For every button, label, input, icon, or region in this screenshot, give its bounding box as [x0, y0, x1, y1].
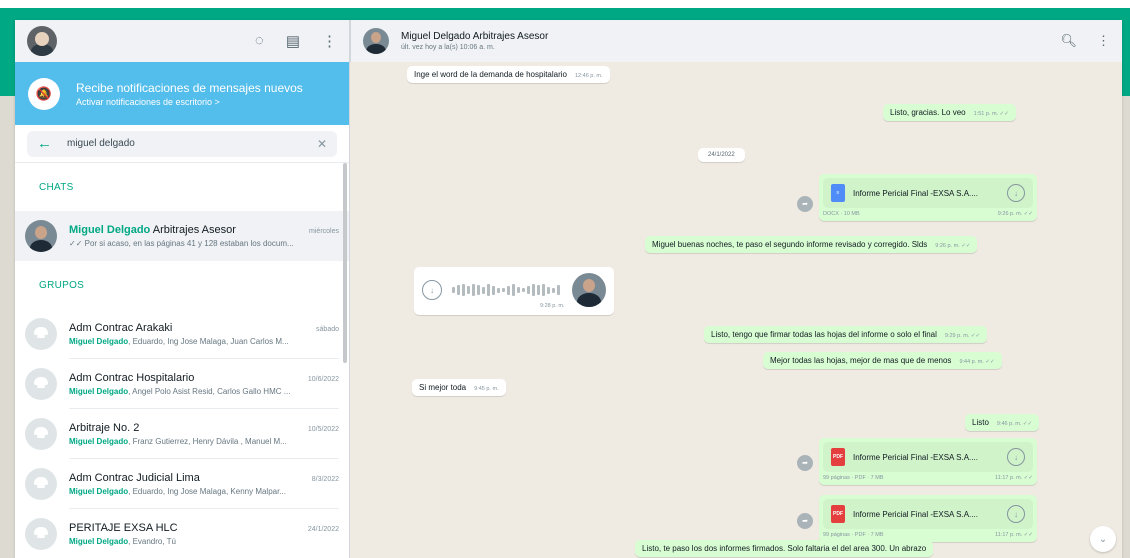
sender-avatar: [572, 273, 606, 307]
message-time: 11:17 p. m. ✓✓: [995, 532, 1033, 538]
group-time: 10/6/2022: [307, 375, 339, 383]
message-outgoing: Listo 9:46 p. m. ✓✓: [965, 414, 1040, 431]
group-item[interactable]: Arbitraje No. 2 10/5/2022 Miguel Delgado,…: [15, 409, 349, 459]
contact-last-seen: últ. vez hoy a la(s) 10:06 a. m.: [401, 44, 495, 51]
file-meta: 99 páginas · PDF · 7 MB: [823, 475, 884, 481]
pdf-file-icon: PDF: [831, 448, 845, 466]
notification-banner[interactable]: 🔕 Recibe notificaciones de mensajes nuev…: [15, 62, 349, 125]
search-input[interactable]: miguel delgado: [67, 138, 317, 149]
download-icon[interactable]: ↓: [1007, 505, 1025, 523]
file-name: Informe Pericial Final -EXSA S.A....: [853, 509, 978, 519]
back-arrow-icon[interactable]: ←: [37, 135, 67, 152]
chat-item-miguel-delgado[interactable]: Miguel Delgado Arbitrajes Asesor miércol…: [15, 211, 349, 261]
group-avatar-icon: [25, 318, 57, 350]
group-name: PERITAJE EXSA HLC: [69, 521, 178, 534]
group-avatar-icon: [25, 418, 57, 450]
my-avatar[interactable]: [27, 26, 57, 56]
search-icon[interactable]: 🔍︎: [1060, 33, 1077, 49]
file-name: Informe Pericial Final -EXSA S.A....: [853, 452, 978, 462]
message-incoming: Inge el word de la demanda de hospitalar…: [407, 66, 610, 83]
message-outgoing: Listo, te paso los dos informes firmados…: [635, 540, 934, 557]
scroll-down-icon[interactable]: ⌄: [1090, 526, 1116, 552]
message-list[interactable]: Inge el word de la demanda de hospitalar…: [350, 62, 1122, 558]
group-preview: Miguel Delgado, Eduardo, Ing Jose Malaga…: [69, 336, 289, 346]
group-item[interactable]: Adm Contrac Arakaki sábado Miguel Delgado…: [15, 309, 349, 359]
conversation-header-icons: 🔍︎ ⋮: [1060, 33, 1110, 49]
group-time: 8/3/2022: [311, 475, 339, 483]
message-incoming: Si mejor toda 9:45 p. m.: [412, 379, 506, 396]
conversation-header[interactable]: Miguel Delgado Arbitrajes Asesor últ. ve…: [350, 20, 1122, 62]
section-chats-label: CHATS: [39, 181, 74, 193]
message-file-docx[interactable]: ≡ Informe Pericial Final -EXSA S.A.... ↓…: [819, 174, 1037, 221]
conversation-pane: Miguel Delgado Arbitrajes Asesor últ. ve…: [350, 20, 1122, 558]
contact-name: Miguel Delgado Arbitrajes Asesor: [401, 31, 549, 42]
forward-icon[interactable]: ➦: [797, 196, 813, 212]
date-divider: 24/1/2022: [698, 148, 745, 162]
pdf-file-icon: PDF: [831, 505, 845, 523]
group-avatar-icon: [25, 468, 57, 500]
menu-icon[interactable]: ⋮: [1097, 33, 1110, 49]
group-avatar-icon: [25, 518, 57, 550]
file-name: Informe Pericial Final -EXSA S.A....: [853, 188, 978, 198]
group-time: 24/1/2022: [307, 525, 339, 533]
bell-off-icon: 🔕: [28, 77, 60, 110]
group-item[interactable]: Adm Contrac Judicial Lima 8/3/2022 Miguel…: [15, 459, 349, 509]
group-preview: Miguel Delgado, Evandro, Tú: [69, 536, 177, 546]
group-name: Adm Contrac Judicial Lima: [69, 471, 200, 484]
group-avatar-icon: [25, 368, 57, 400]
message-file-pdf[interactable]: PDF Informe Pericial Final -EXSA S.A....…: [819, 495, 1037, 542]
sidebar-header: ◌ ▤ ⋮: [15, 20, 349, 62]
forward-icon[interactable]: ➦: [797, 513, 813, 529]
forward-icon[interactable]: ➦: [797, 455, 813, 471]
contact-avatar: [25, 220, 57, 252]
notification-title: Recibe notificaciones de mensajes nuevos: [76, 80, 303, 95]
group-preview: Miguel Delgado, Angel Polo Asist Resid, …: [69, 386, 291, 396]
sidebar: ◌ ▤ ⋮ 🔕 Recibe notificaciones de mensaje…: [15, 20, 350, 558]
message-outgoing: Listo, tengo que firmar todas las hojas …: [704, 326, 988, 343]
refresh-icon[interactable]: ◌: [255, 32, 264, 50]
audio-waveform[interactable]: [452, 283, 562, 297]
chat-time: miércoles: [309, 228, 339, 235]
message-outgoing: Listo, gracias. Lo veo 1:51 p. m. ✓✓: [883, 104, 1016, 121]
section-groups-label: GRUPOS: [39, 279, 85, 291]
message-time: 9:26 p. m. ✓✓: [997, 211, 1033, 217]
chat-name: Miguel Delgado Arbitrajes Asesor: [69, 224, 236, 236]
group-preview: Miguel Delgado, Franz Gutierrez, Henry D…: [69, 436, 287, 446]
group-preview: Miguel Delgado, Eduardo, Ing Jose Malaga…: [69, 486, 286, 496]
download-audio-icon[interactable]: ↓: [422, 280, 442, 300]
message-time: 11:17 p. m. ✓✓: [995, 475, 1033, 481]
enable-notifications-link[interactable]: Activar notificaciones de escritorio >: [76, 97, 303, 107]
download-icon[interactable]: ↓: [1007, 448, 1025, 466]
chat-preview: ✓✓ Por si acaso, en las páginas 41 y 128…: [69, 239, 294, 248]
group-name: Arbitraje No. 2: [69, 421, 140, 434]
group-name: Adm Contrac Arakaki: [69, 321, 173, 334]
sidebar-scrollbar[interactable]: [343, 163, 347, 363]
group-item[interactable]: PERITAJE EXSA HLC 24/1/2022 Miguel Delgad…: [15, 509, 349, 558]
group-name: Adm Contrac Hospitalario: [69, 371, 195, 384]
clear-search-icon[interactable]: ✕: [317, 137, 327, 151]
sidebar-header-icons: ◌ ▤ ⋮: [255, 32, 337, 50]
message-outgoing: Miguel buenas noches, te paso el segundo…: [645, 236, 978, 253]
search-box: ← miguel delgado ✕: [27, 130, 337, 157]
group-item[interactable]: Adm Contrac Hospitalario 10/6/2022 Miguel…: [15, 359, 349, 409]
download-icon[interactable]: ↓: [1007, 184, 1025, 202]
message-outgoing: Mejor todas las hojas, mejor de mas que …: [763, 352, 1002, 369]
docx-file-icon: ≡: [831, 184, 845, 202]
message-file-pdf[interactable]: PDF Informe Pericial Final -EXSA S.A....…: [819, 438, 1037, 485]
group-time: 10/5/2022: [307, 425, 339, 433]
message-voice-note[interactable]: ↓ 9:28 p. m.: [414, 267, 614, 315]
whatsapp-window: ◌ ▤ ⋮ 🔕 Recibe notificaciones de mensaje…: [15, 20, 1122, 558]
search-bar: ← miguel delgado ✕: [15, 125, 349, 163]
group-time: sábado: [316, 325, 339, 333]
file-meta: 99 páginas · PDF · 7 MB: [823, 532, 884, 538]
chat-icon[interactable]: ▤: [286, 32, 300, 50]
contact-avatar[interactable]: [363, 28, 389, 54]
menu-icon[interactable]: ⋮: [322, 32, 337, 50]
file-meta: DOCX · 10 MB: [823, 211, 860, 217]
